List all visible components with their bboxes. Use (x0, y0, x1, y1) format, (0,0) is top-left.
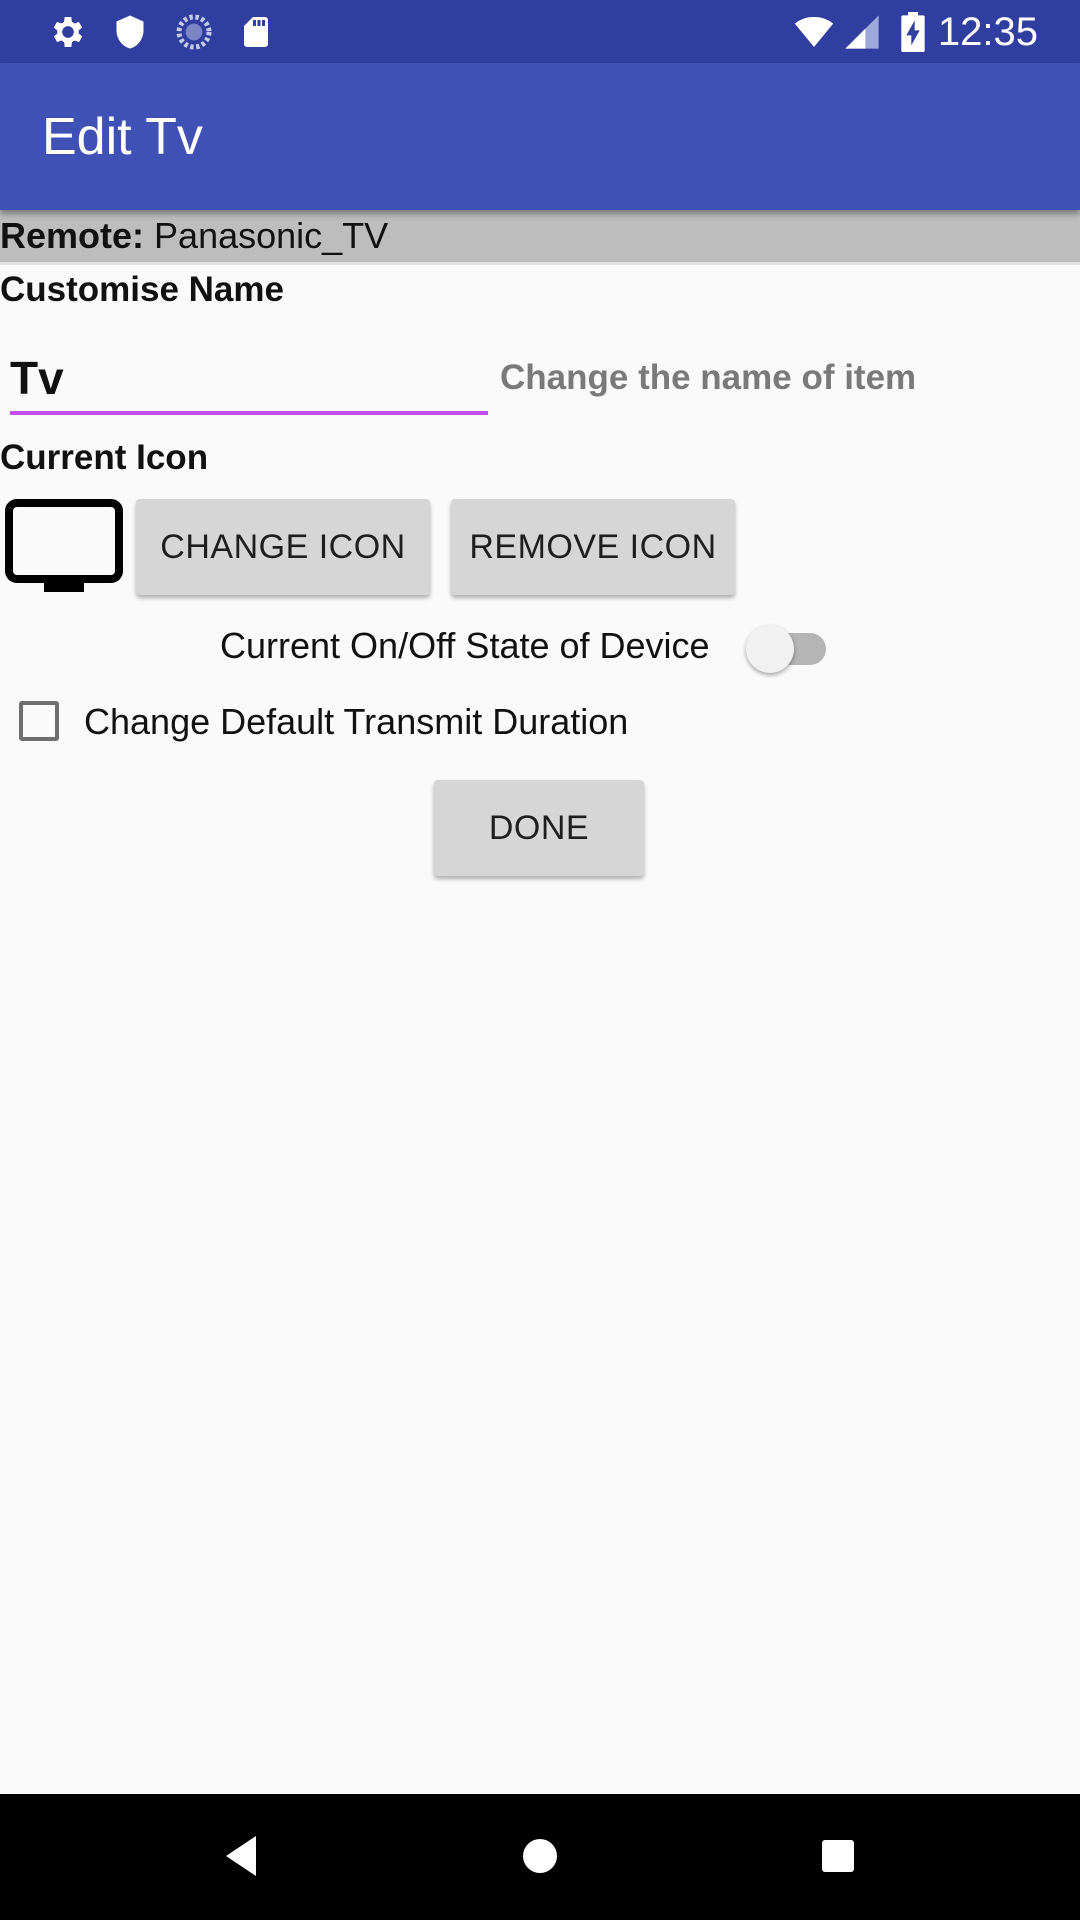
app-bar: Edit Tv (0, 63, 1080, 210)
home-icon[interactable] (518, 1828, 574, 1884)
name-input[interactable] (10, 345, 488, 415)
status-bar: 12:35 (0, 0, 1080, 63)
device-state-label: Current On/Off State of Device (220, 625, 710, 666)
gear-icon (53, 17, 83, 47)
cell-signal-icon (845, 15, 879, 49)
shield-icon (116, 15, 144, 49)
status-time: 12:35 (937, 10, 1038, 54)
current-icon-heading: Current Icon (0, 438, 209, 477)
transmit-duration-label[interactable]: Change Default Transmit Duration (84, 700, 628, 744)
device-state-toggle[interactable] (742, 620, 832, 673)
battery-charging-icon (901, 12, 925, 52)
page-title: Edit Tv (42, 108, 203, 166)
screen: 12:35 Edit Tv Remote: Panasonic_TV Custo… (0, 0, 1080, 1920)
toggle-thumb (746, 625, 794, 673)
tv-icon (5, 499, 123, 592)
recents-icon[interactable] (818, 1828, 874, 1884)
remove-icon-button[interactable]: REMOVE ICON (451, 499, 735, 595)
remote-label: Remote: (0, 215, 145, 256)
customise-name-heading: Customise Name (0, 270, 284, 309)
done-button[interactable]: DONE (434, 780, 644, 876)
remote-value: Panasonic_TV (144, 215, 389, 256)
sync-icon (176, 14, 212, 50)
sd-card-icon (244, 17, 268, 47)
wifi-icon (794, 16, 834, 47)
remote-info: Remote: Panasonic_TV (0, 210, 1080, 265)
transmit-duration-checkbox[interactable] (19, 701, 59, 741)
change-icon-button[interactable]: CHANGE ICON (136, 499, 430, 595)
name-hint: Change the name of item (500, 358, 917, 397)
back-icon[interactable] (220, 1828, 260, 1884)
